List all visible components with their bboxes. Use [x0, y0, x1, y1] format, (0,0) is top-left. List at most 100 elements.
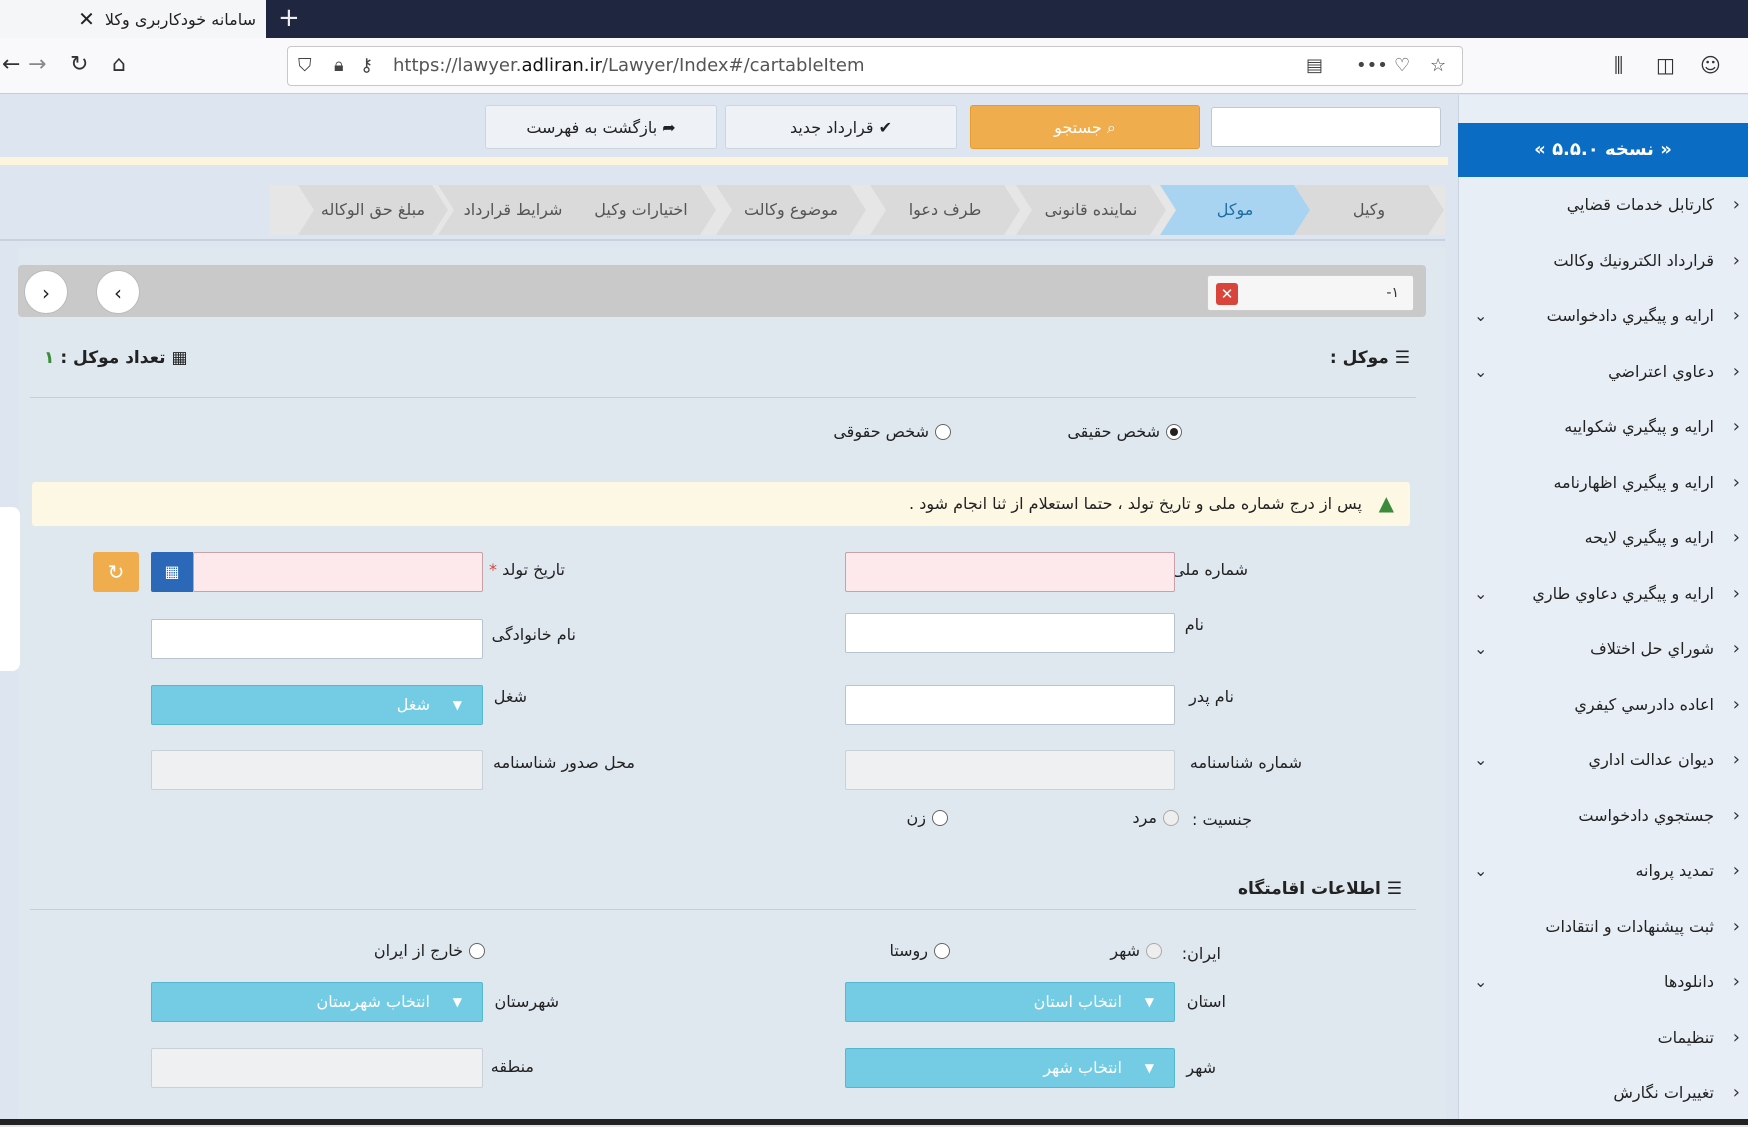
sidebar-item[interactable]: ‹ ديوان عدالت اداري ⌄ — [1458, 735, 1748, 785]
radio-unselected[interactable] — [1163, 809, 1179, 826]
job-label: شغل — [493, 687, 527, 706]
region-input[interactable] — [151, 1048, 483, 1088]
radio-unselected[interactable] — [1146, 942, 1162, 959]
sidebar-item-label: جستجوي دادخواست — [1578, 805, 1714, 825]
new-contract-button[interactable]: ✔ قرارداد جدید — [725, 105, 957, 149]
sidebar-item[interactable]: ‹ شوراي حل اختلاف ⌄ — [1458, 624, 1748, 674]
delete-record-icon[interactable]: ✕ — [1216, 283, 1238, 305]
url-bar[interactable]: ⛉ 🔒︎ ⚷ https://lawyer.adliran.ir/Lawyer/… — [287, 46, 1463, 86]
url-text[interactable]: https://lawyer.adliran.ir/Lawyer/Index#/… — [393, 47, 865, 85]
sidebar-item[interactable]: ‹ ارايه و پيگيري لايحه — [1458, 513, 1748, 563]
browser-tab[interactable]: ✕ سامانه خودکاربری وکلا — [0, 0, 266, 38]
birth-date-input[interactable] — [193, 552, 483, 592]
wizard-step[interactable]: نماینده قانونی — [1016, 185, 1166, 235]
sidebar-item[interactable]: ‹ ارايه و پيگيري شکواييه — [1458, 402, 1748, 452]
sidebar-item[interactable]: ‹ جستجوي دادخواست — [1458, 791, 1748, 841]
natural-person-radio[interactable]: شخص حقیقی — [1067, 422, 1182, 441]
wizard-step[interactable]: موضوع وکالت — [716, 185, 866, 235]
more-icon[interactable]: ••• — [1356, 47, 1388, 85]
wizard-step[interactable]: طرف دعوا — [870, 185, 1020, 235]
back-icon[interactable]: ← — [2, 48, 20, 82]
city-select[interactable]: ▼ انتخاب شهر — [845, 1048, 1175, 1088]
sidebar-item[interactable]: ‹ کارتابل خدمات قضايي — [1458, 180, 1748, 230]
reader-view-icon[interactable]: ▤ — [1306, 47, 1323, 85]
sidebar-item[interactable]: ‹ تنظیمات — [1458, 1013, 1748, 1063]
id-number-input[interactable] — [845, 750, 1175, 790]
reload-icon[interactable]: ↻ — [70, 48, 88, 82]
shield-icon[interactable]: ⛉ — [298, 47, 312, 85]
lock-icon[interactable]: 🔒︎ — [334, 47, 344, 85]
sidebar-item[interactable]: ‹ دانلودها ⌄ — [1458, 957, 1748, 1007]
job-select[interactable]: ▼ شغل — [151, 685, 483, 725]
radio-unselected[interactable] — [934, 942, 950, 959]
search-button[interactable]: ⌕ جستجو — [970, 105, 1200, 149]
floating-side-panel[interactable] — [0, 507, 20, 671]
chevron-down-icon[interactable]: ⌄ — [1474, 291, 1487, 341]
residence-city-radio[interactable]: شهر — [1110, 941, 1162, 960]
prev-record-button[interactable]: ‹ — [24, 270, 68, 314]
county-select[interactable]: ▼ انتخاب شهرستان — [151, 982, 483, 1022]
wizard-step[interactable]: اختیارات وکیل — [566, 185, 716, 235]
new-tab-button[interactable]: + — [278, 2, 300, 34]
search-input[interactable] — [1211, 107, 1441, 147]
sidebar-item-label: ارايه و پيگيري اظهارنامه — [1553, 472, 1714, 492]
chevron-left-icon: ‹ — [1732, 971, 1740, 992]
chevron-left-icon: ‹ — [1732, 1082, 1740, 1103]
first-name-input[interactable] — [845, 613, 1175, 653]
sidebar-toggle-icon[interactable]: ◫ — [1656, 48, 1675, 82]
chevron-down-icon[interactable]: ⌄ — [1474, 957, 1487, 1007]
gender-male-radio[interactable]: مرد — [1132, 808, 1179, 827]
sidebar-item[interactable]: ‹ ارايه و پيگيري دعاوي طاري ⌄ — [1458, 569, 1748, 619]
wizard-step[interactable]: شرایط قرارداد — [438, 185, 588, 235]
sidebar-item[interactable]: ‹ تمديد پروانه ⌄ — [1458, 846, 1748, 896]
library-icon[interactable]: ⫼ — [1614, 48, 1623, 82]
caret-down-icon: ▼ — [1144, 1061, 1154, 1075]
national-id-input[interactable] — [845, 552, 1175, 592]
tab-close-icon[interactable]: ✕ — [78, 9, 95, 29]
wizard-step[interactable]: موکل — [1160, 185, 1310, 235]
record-tab[interactable]: ۱- ✕ — [1207, 275, 1414, 311]
sidebar-item-label: تمديد پروانه — [1635, 861, 1714, 880]
pocket-icon[interactable]: ♡ — [1394, 47, 1410, 85]
wizard-step[interactable]: وکیل — [1294, 185, 1444, 235]
chevron-left-icon: ‹ — [1732, 915, 1740, 937]
radio-unselected[interactable] — [469, 942, 485, 959]
legal-person-radio[interactable]: شخص حقوقی — [833, 422, 951, 441]
chevron-down-icon[interactable]: ⌄ — [1474, 347, 1487, 397]
sidebar-item[interactable]: ‹ دعاوي اعتراضي ⌄ — [1458, 347, 1748, 397]
chevron-left-icon: ‹ — [1732, 416, 1740, 437]
radio-unselected[interactable] — [935, 423, 951, 440]
residence-abroad-radio[interactable]: خارج از ایران — [374, 941, 485, 960]
last-name-input[interactable] — [151, 619, 483, 659]
residence-village-radio[interactable]: روستا — [889, 941, 950, 960]
account-icon[interactable]: ☺ — [1700, 48, 1721, 82]
gender-female-radio[interactable]: زن — [907, 808, 948, 827]
wizard-step[interactable]: مبلغ حق الوکاله — [298, 185, 448, 235]
bookmark-star-icon[interactable]: ☆ — [1430, 47, 1446, 85]
chevron-down-icon[interactable]: ⌄ — [1474, 569, 1487, 619]
refresh-icon[interactable]: ↻ — [93, 552, 139, 592]
home-icon[interactable]: ⌂ — [112, 48, 126, 82]
father-name-label: نام پدر — [1189, 687, 1234, 706]
chevron-down-icon[interactable]: ⌄ — [1474, 624, 1487, 674]
father-name-input[interactable] — [845, 685, 1175, 725]
caret-down-icon: ▼ — [452, 995, 462, 1009]
radio-selected[interactable] — [1166, 423, 1182, 440]
sidebar-item[interactable]: ‹ قرارداد الکترونيك وكالت — [1458, 236, 1748, 286]
sidebar-item[interactable]: ‹ تغییرات نگارش — [1458, 1068, 1748, 1118]
sidebar-item[interactable]: ‹ ارايه و پيگيري دادخواست ⌄ — [1458, 291, 1748, 341]
back-to-list-button[interactable]: ➦ بازگشت به فهرست — [485, 105, 717, 149]
radio-unselected[interactable] — [932, 809, 948, 826]
chevron-down-icon[interactable]: ⌄ — [1474, 846, 1487, 896]
next-record-button[interactable]: › — [96, 270, 140, 314]
forward-icon[interactable]: → — [28, 48, 46, 82]
id-issue-place-input[interactable] — [151, 750, 483, 790]
sidebar-item[interactable]: ‹ اعاده دادرسي كيفري — [1458, 680, 1748, 730]
sidebar-item[interactable]: ‹ ثبت پيشنهادات و انتقادات — [1458, 902, 1748, 952]
calendar-icon[interactable]: ▦ — [151, 552, 193, 592]
chevron-down-icon[interactable]: ⌄ — [1474, 735, 1487, 785]
page-bottom-edge — [0, 1119, 1748, 1125]
province-select[interactable]: ▼ انتخاب استان — [845, 982, 1175, 1022]
sidebar-item[interactable]: ‹ ارايه و پيگيري اظهارنامه — [1458, 458, 1748, 508]
client-section-title: ☰ موکل : — [1329, 348, 1410, 368]
